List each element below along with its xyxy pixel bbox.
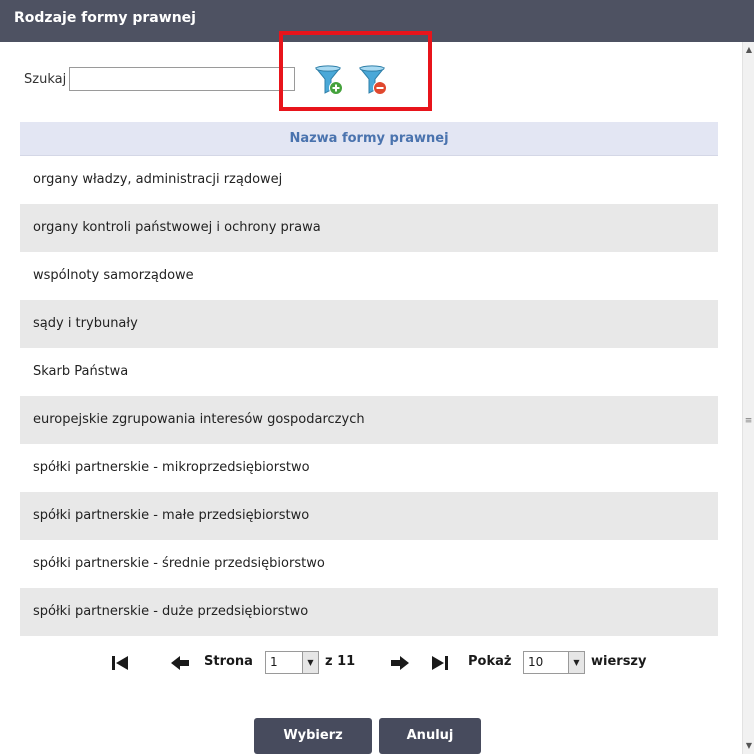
page-label: Strona: [204, 654, 253, 669]
page-select[interactable]: 1 ▼: [265, 651, 319, 674]
chevron-down-icon[interactable]: ▼: [568, 652, 584, 673]
rows-per-page-select[interactable]: 10 ▼: [523, 651, 585, 674]
rows-label: wierszy: [591, 654, 647, 669]
legal-form-table: Nazwa formy prawnej organy władzy, admin…: [20, 122, 718, 636]
highlight-annotation: [279, 31, 432, 111]
next-page-icon[interactable]: [390, 654, 410, 672]
column-header[interactable]: Nazwa formy prawnej: [20, 122, 718, 156]
table-row[interactable]: Skarb Państwa: [20, 348, 718, 396]
table-row[interactable]: europejskie zgrupowania interesów gospod…: [20, 396, 718, 444]
table-row[interactable]: organy władzy, administracji rządowej: [20, 156, 718, 204]
page-count-label: z 11: [325, 654, 356, 669]
table-row[interactable]: wspólnoty samorządowe: [20, 252, 718, 300]
search-label: Szukaj: [24, 71, 67, 87]
table-row[interactable]: spółki partnerskie - duże przedsiębiorst…: [20, 588, 718, 636]
vertical-scrollbar[interactable]: ▲ ≡ ▼: [742, 42, 754, 754]
table-row[interactable]: spółki partnerskie - małe przedsiębiorst…: [20, 492, 718, 540]
table-row[interactable]: organy kontroli państwowej i ochrony pra…: [20, 204, 718, 252]
show-label: Pokaż: [468, 654, 512, 669]
previous-page-icon[interactable]: [170, 654, 190, 672]
search-input[interactable]: [69, 67, 296, 91]
table-row[interactable]: spółki partnerskie - mikroprzedsiębiorst…: [20, 444, 718, 492]
table-row[interactable]: spółki partnerskie - średnie przedsiębio…: [20, 540, 718, 588]
scroll-up-icon[interactable]: ▲: [743, 44, 754, 56]
search-row: Szukaj: [24, 66, 296, 92]
pagination: Strona 1 ▼ z 11 Pokaż 10 ▼ wierszy: [20, 640, 718, 686]
scroll-down-icon[interactable]: ▼: [743, 740, 754, 752]
first-page-icon[interactable]: [110, 654, 130, 672]
cancel-button[interactable]: Anuluj: [379, 718, 481, 754]
page-select-value: 1: [270, 655, 278, 669]
last-page-icon[interactable]: [430, 654, 450, 672]
table-row[interactable]: sądy i trybunały: [20, 300, 718, 348]
scroll-grip-icon[interactable]: ≡: [744, 414, 753, 428]
rows-per-page-value: 10: [528, 655, 544, 669]
chevron-down-icon[interactable]: ▼: [302, 652, 318, 673]
select-button[interactable]: Wybierz: [254, 718, 372, 754]
